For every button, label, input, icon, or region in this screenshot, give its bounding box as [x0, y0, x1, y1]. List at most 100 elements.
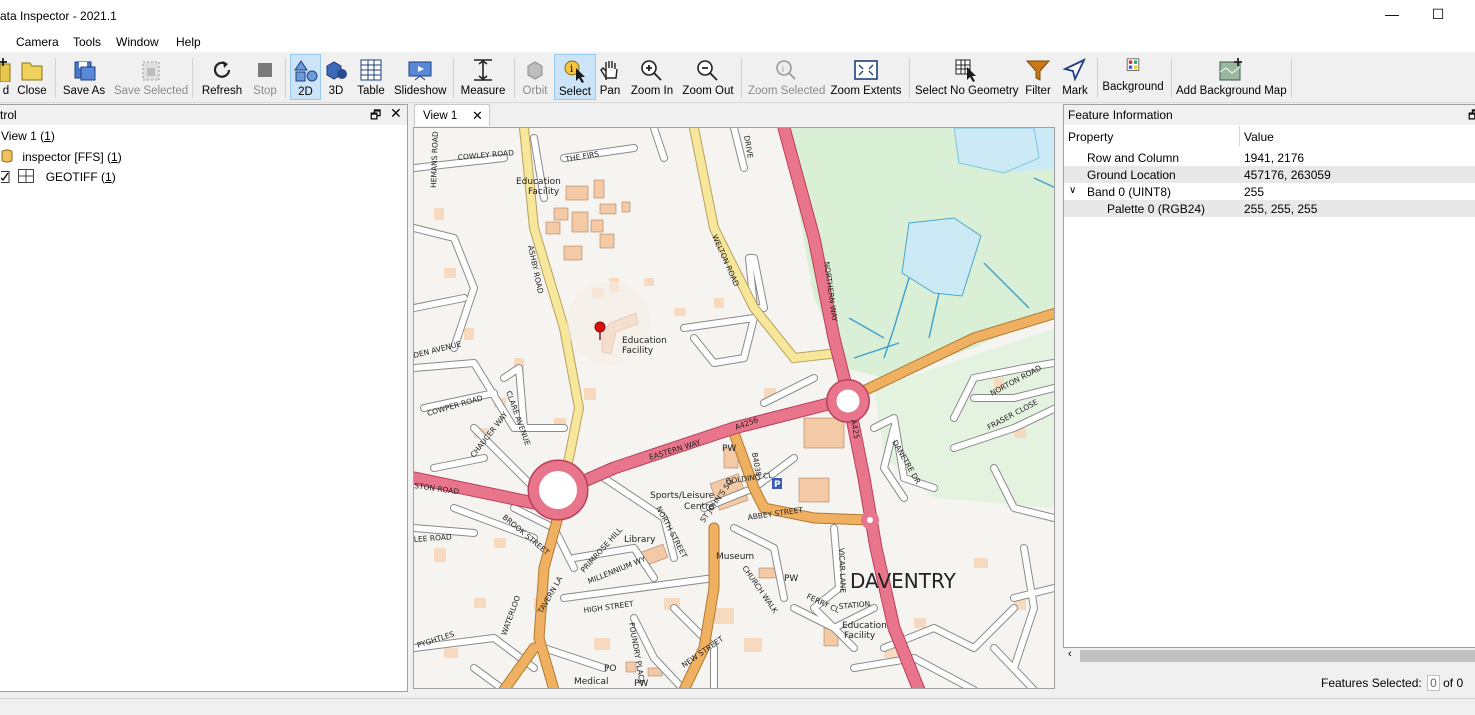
refresh-button[interactable]: Refresh — [200, 54, 244, 100]
close-panel-icon[interactable]: ✕ — [390, 105, 402, 122]
mark-button[interactable]: Mark — [1059, 54, 1091, 100]
table-grid-icon — [360, 59, 382, 81]
scroll-left-icon[interactable]: ‹ — [1068, 648, 1072, 660]
folder-close-icon — [21, 62, 43, 81]
features-selected-label: Features Selected: — [1321, 676, 1422, 690]
view-3d-button[interactable]: 3D — [323, 54, 349, 100]
features-total: of 0 — [1443, 676, 1464, 690]
shapes-2d-icon — [293, 60, 317, 82]
float-panel-icon[interactable]: 🗗 — [370, 106, 381, 127]
column-header-property[interactable]: Property — [1068, 130, 1113, 144]
close-tab-icon[interactable]: ✕ — [472, 108, 483, 124]
column-header-value[interactable]: Value — [1244, 130, 1274, 144]
maximize-button[interactable]: ☐ — [1428, 6, 1448, 26]
svg-text:P: P — [774, 480, 781, 490]
control-panel: trol 🗗 ✕ View 1 (1) inspector [FFS] (1) … — [0, 104, 408, 692]
toolbar-separator — [285, 58, 286, 98]
zoom-in-icon — [641, 60, 662, 81]
orbit-cube-icon — [527, 61, 543, 80]
stop-button[interactable]: Stop — [251, 54, 279, 100]
toolbar-separator — [55, 58, 56, 98]
measure-button[interactable]: Measure — [458, 54, 508, 100]
buildings — [545, 179, 845, 677]
background-color-icon — [1126, 58, 1140, 71]
hand-pan-icon — [600, 61, 618, 80]
feature-panel-title: Feature Information — [1068, 108, 1173, 122]
svg-text:DEN AVENUE: DEN AVENUE — [414, 339, 462, 360]
menu-window[interactable]: Window — [116, 35, 159, 49]
menu-help[interactable]: Help — [176, 35, 201, 49]
save-as-button[interactable]: Save As — [61, 54, 107, 100]
label-sports-centre: Sports/Leisure — [650, 491, 715, 501]
zoom-out-icon — [697, 60, 718, 81]
svg-text:i: i — [782, 64, 784, 74]
toolbar: d Close Save As Save Selected Refresh St… — [0, 52, 1475, 103]
tree-item-view[interactable]: View 1 (1) — [1, 129, 55, 143]
svg-text:LEE ROAD: LEE ROAD — [414, 532, 452, 544]
scrollbar-thumb[interactable] — [1080, 650, 1475, 662]
tab-view-1[interactable]: View 1 ✕ — [414, 104, 490, 126]
zoom-extents-button[interactable]: Zoom Extents — [830, 54, 902, 100]
zoom-selected-icon: i — [776, 60, 796, 80]
map-view[interactable]: P Education Facility Education Facility … — [413, 127, 1055, 689]
refresh-icon — [213, 61, 231, 78]
svg-text:PW: PW — [784, 574, 798, 584]
filter-button[interactable]: Filter — [1023, 54, 1053, 100]
window-title: ata Inspector - 2021.1 — [0, 9, 117, 23]
toolbar-separator — [741, 58, 742, 98]
feature-panel-header: Feature Information 🗗 — [1064, 105, 1475, 125]
toolbar-separator — [1171, 58, 1172, 98]
svg-text:Facility: Facility — [844, 631, 876, 641]
select-button[interactable]: i Select — [554, 54, 596, 100]
toolbar-separator — [192, 58, 193, 98]
status-bar — [0, 698, 1475, 715]
ruler-measure-icon — [474, 59, 492, 81]
save-selected-icon — [142, 61, 160, 81]
float-panel-icon[interactable]: 🗗 — [1468, 106, 1475, 127]
toolbar-separator — [1097, 58, 1098, 98]
map-canvas[interactable]: P Education Facility Education Facility … — [414, 128, 1055, 689]
table-button[interactable]: Table — [355, 54, 387, 100]
toolbar-separator — [453, 58, 454, 98]
zoom-selected-button[interactable]: i Zoom Selected — [748, 54, 825, 100]
pan-button[interactable]: Pan — [598, 54, 622, 100]
slideshow-button[interactable]: Slideshow — [394, 54, 446, 100]
tree-item-inspector[interactable]: inspector [FFS] (1) — [1, 149, 122, 164]
select-no-geometry-button[interactable]: Select No Geometry — [915, 54, 1019, 100]
menu-tools[interactable]: Tools — [73, 35, 101, 49]
add-background-map-button[interactable]: Add Background Map — [1176, 54, 1287, 100]
menu-camera[interactable]: Camera — [16, 35, 59, 49]
zoom-extents-icon — [854, 60, 878, 80]
zoom-out-button[interactable]: Zoom Out — [682, 54, 734, 100]
svg-text:HEMANS ROAD: HEMANS ROAD — [429, 131, 440, 188]
close-button[interactable]: Close — [16, 54, 48, 100]
svg-text:Facility: Facility — [622, 346, 654, 356]
zoom-in-button[interactable]: Zoom In — [630, 54, 674, 100]
property-table-header: Property Value — [1064, 126, 1475, 146]
label-library: Library — [624, 535, 656, 545]
label-education-facility: Education — [622, 336, 667, 346]
chevron-down-icon[interactable]: ∨ — [1069, 185, 1076, 196]
add-button[interactable]: d — [0, 54, 12, 100]
save-as-icon — [74, 61, 96, 81]
svg-text:Facility: Facility — [528, 187, 560, 197]
orbit-button[interactable]: Orbit — [519, 54, 551, 100]
mark-arrow-icon — [1062, 58, 1086, 82]
toolbar-separator — [909, 58, 910, 98]
svg-text:THE FIRS: THE FIRS — [564, 149, 600, 164]
background-button[interactable]: Background — [1102, 54, 1164, 100]
save-selected-button[interactable]: Save Selected — [114, 54, 188, 100]
checkbox-checked-icon[interactable] — [0, 171, 11, 183]
minimize-button[interactable]: — — [1382, 6, 1402, 26]
svg-text:PO: PO — [604, 664, 617, 674]
label-museum: Museum — [716, 552, 754, 562]
horizontal-scrollbar[interactable]: ‹ — [1064, 648, 1475, 664]
label-town-daventry: DAVENTRY — [850, 569, 957, 593]
label-education-facility: Education — [516, 177, 561, 187]
svg-text:WATERLOO: WATERLOO — [499, 594, 522, 636]
features-selected: Features Selected: 0 of 0 — [1321, 675, 1463, 691]
tree-item-geotiff[interactable]: GEOTIFF (1) — [0, 169, 116, 184]
view-2d-button[interactable]: 2D — [290, 54, 321, 100]
view-tab-bar: View 1 ✕ — [408, 104, 1058, 126]
features-selected-input[interactable]: 0 — [1427, 675, 1440, 691]
